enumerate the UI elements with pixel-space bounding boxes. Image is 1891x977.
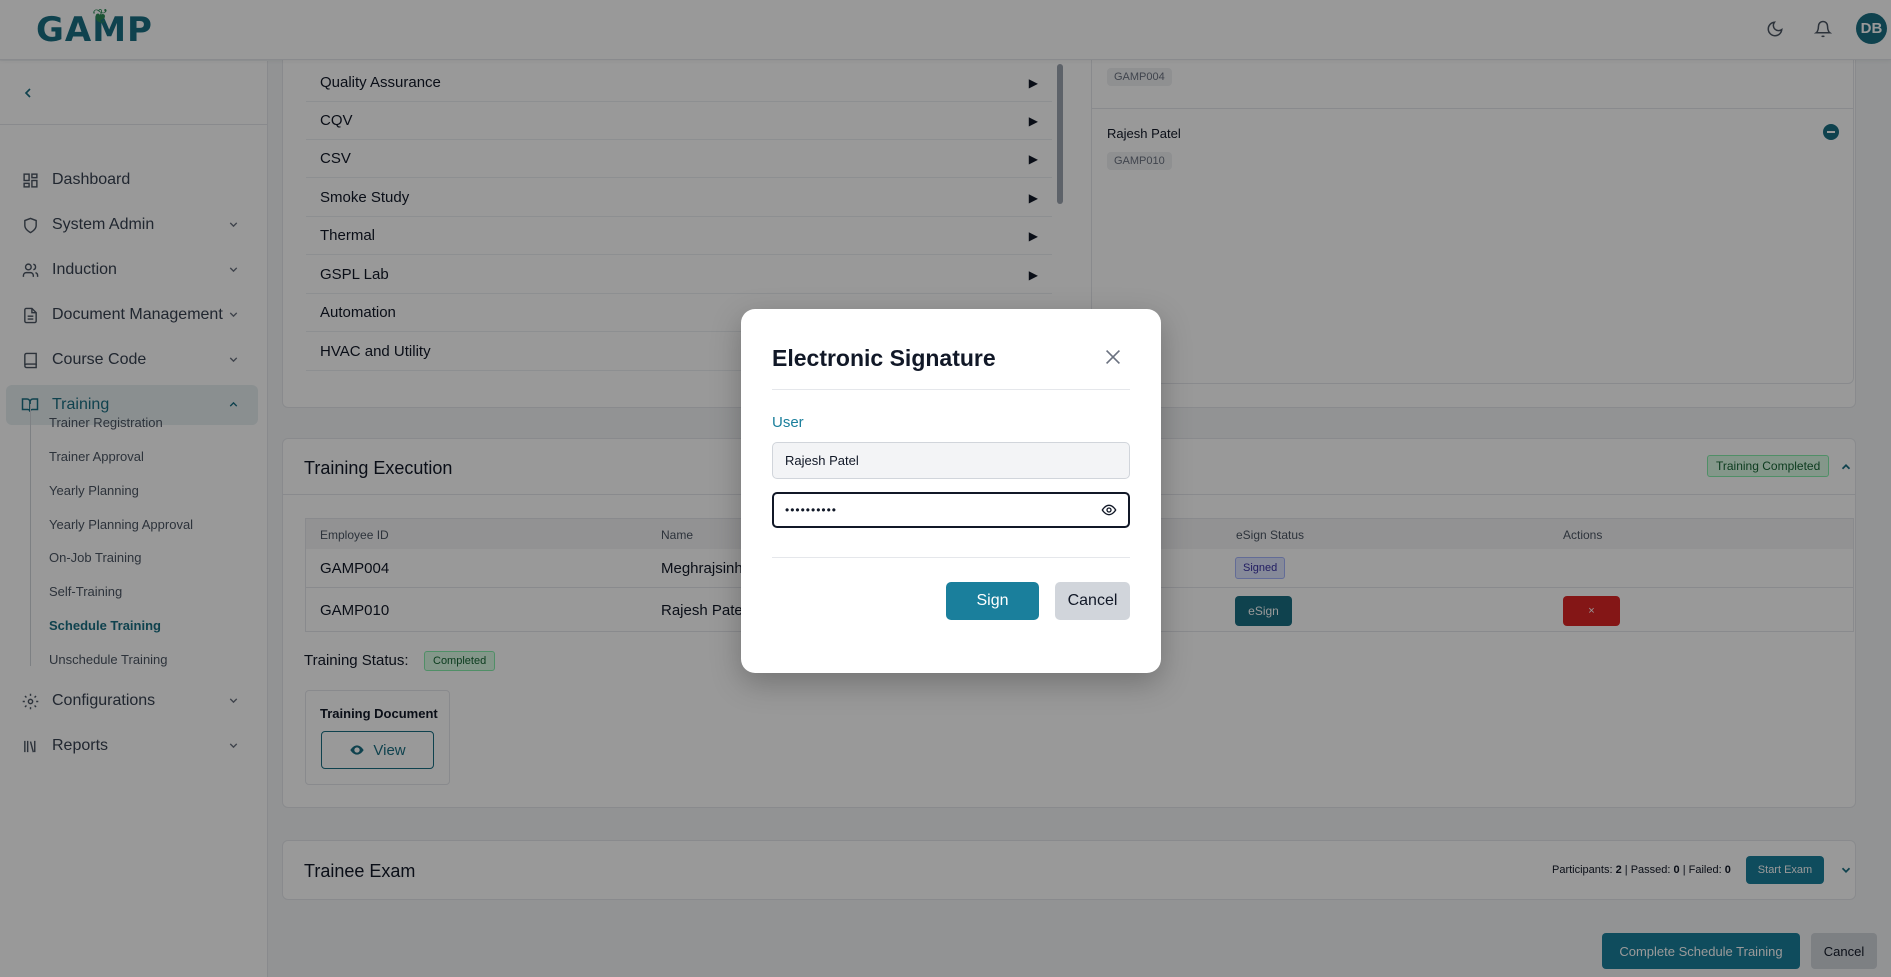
user-label: User xyxy=(772,414,804,431)
cancel-button[interactable]: Cancel xyxy=(1055,582,1130,620)
close-icon[interactable] xyxy=(1102,346,1126,370)
modal-divider xyxy=(772,557,1130,558)
show-password-icon[interactable] xyxy=(1100,502,1118,521)
password-field[interactable]: •••••••••• xyxy=(772,492,1130,528)
modal-title: Electronic Signature xyxy=(772,345,996,371)
electronic-signature-modal: Electronic Signature User Rajesh Patel •… xyxy=(741,309,1161,673)
modal-divider xyxy=(772,389,1130,390)
password-value: •••••••••• xyxy=(785,503,838,517)
sign-button[interactable]: Sign xyxy=(946,582,1039,620)
user-field[interactable]: Rajesh Patel xyxy=(772,442,1130,479)
